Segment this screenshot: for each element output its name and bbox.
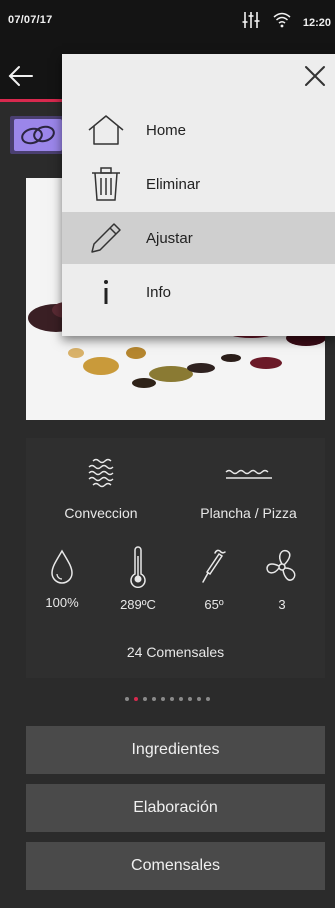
page-dot[interactable] [206, 697, 210, 701]
elaboracion-button[interactable]: Elaboración [26, 784, 325, 832]
app-screen: 07/07/17 12:20 Conveccion Plancha / Pizz… [0, 0, 335, 908]
close-icon[interactable] [301, 62, 329, 90]
comensales-count: 24 Comensales [126, 644, 225, 660]
pencil-icon [84, 216, 128, 260]
mode-conveccion: Conveccion [36, 456, 166, 521]
mode-label: Plancha / Pizza [200, 505, 297, 521]
wifi-icon [273, 12, 291, 33]
ingredientes-button[interactable]: Ingredientes [26, 726, 325, 774]
info-icon [84, 270, 128, 314]
menu-item-label: Eliminar [146, 175, 201, 193]
menu-item-label: Info [146, 283, 172, 301]
metric-temperature: 289ºC [108, 546, 168, 612]
menu-item-ajustar[interactable]: Ajustar [62, 212, 335, 264]
page-indicator [0, 697, 335, 701]
humidity-value: 100% [45, 595, 79, 610]
comensales-button[interactable]: Comensales [26, 842, 325, 890]
probe-value: 65º [204, 597, 224, 612]
menu-item-label: Home [146, 121, 187, 139]
temperature-value: 289ºC [120, 597, 156, 612]
page-dot[interactable] [179, 697, 183, 701]
recipe-info-panel: Conveccion Plancha / Pizza 100% 289ºC 65… [26, 438, 325, 678]
tray-icon[interactable] [14, 119, 62, 151]
page-dot[interactable] [161, 697, 165, 701]
status-icons: 12:20 [241, 10, 331, 35]
metric-fan: 3 [252, 546, 312, 612]
fan-value: 3 [278, 597, 286, 612]
page-dot[interactable] [188, 697, 192, 701]
menu-item-label: Ajustar [146, 229, 193, 247]
menu-item-info[interactable]: Info [62, 266, 335, 318]
humidity-drop-icon [47, 549, 77, 590]
home-icon [84, 108, 128, 152]
thermometer-icon [126, 546, 150, 592]
page-dot-active[interactable] [134, 697, 138, 701]
fan-icon [263, 549, 301, 592]
page-dot[interactable] [125, 697, 129, 701]
page-dot[interactable] [170, 697, 174, 701]
menu-item-home[interactable]: Home [62, 104, 335, 156]
mode-plancha: Plancha / Pizza [176, 456, 321, 521]
griddle-icon [223, 469, 275, 494]
page-dot[interactable] [143, 697, 147, 701]
overflow-menu: Home Eliminar Ajustar Info [62, 54, 335, 336]
page-dot[interactable] [152, 697, 156, 701]
status-time: 12:20 [302, 16, 331, 29]
trash-icon [84, 162, 128, 206]
menu-item-eliminar[interactable]: Eliminar [62, 158, 335, 210]
back-arrow-icon[interactable] [6, 62, 36, 90]
metric-probe: 65º [184, 546, 244, 612]
probe-icon [198, 549, 230, 592]
metric-humidity: 100% [32, 546, 92, 610]
status-date: 07/07/17 [8, 14, 53, 26]
convection-icon [81, 458, 121, 494]
mode-label: Conveccion [64, 505, 138, 521]
equalizer-icon [241, 10, 261, 35]
status-bar: 07/07/17 12:20 [0, 0, 335, 50]
page-dot[interactable] [197, 697, 201, 701]
